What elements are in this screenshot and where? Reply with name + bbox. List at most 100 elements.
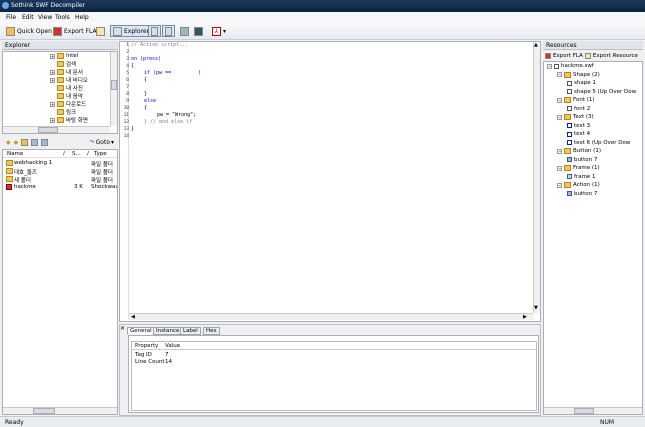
collapse-icon[interactable]: −: [557, 148, 562, 154]
resources-hscrollbar[interactable]: [544, 407, 642, 414]
resource-label: button 7: [574, 190, 598, 197]
expand-icon[interactable]: +: [50, 77, 55, 83]
collapse-icon[interactable]: −: [557, 165, 562, 171]
tree-item[interactable]: + 다운로드: [50, 100, 86, 108]
layout-button-1[interactable]: [148, 25, 161, 37]
resource-item[interactable]: − hackme.swf: [547, 62, 594, 70]
column-name[interactable]: Name: [7, 151, 23, 157]
line-number: 8: [126, 92, 129, 97]
tree-item[interactable]: + 내 문서: [50, 68, 83, 76]
export-resource-button[interactable]: [94, 25, 107, 37]
file-row[interactable]: hackme 3 K Shockwave: [3, 183, 117, 191]
scroll-thumb[interactable]: [111, 80, 117, 90]
resource-item[interactable]: text 3: [567, 122, 590, 130]
menu-tools[interactable]: Tools: [55, 14, 70, 21]
resource-item[interactable]: − Text (3): [557, 113, 594, 121]
resource-item[interactable]: − Font (1): [557, 96, 595, 104]
collapse-icon[interactable]: −: [547, 63, 552, 69]
tree-item[interactable]: 검색: [50, 60, 76, 68]
resource-label: text 4: [574, 131, 591, 137]
resource-item[interactable]: text 6 (Up Over Dow: [567, 139, 630, 147]
menu-file[interactable]: File: [6, 14, 16, 21]
resource-item[interactable]: frame 1: [567, 173, 596, 181]
code-vscrollbar[interactable]: ▲ ▼: [533, 42, 540, 313]
scroll-right-icon[interactable]: ▶: [523, 314, 527, 320]
expand-icon[interactable]: +: [50, 117, 55, 123]
resource-item[interactable]: − Frame (1): [557, 164, 600, 172]
explorer-tree-hscrollbar[interactable]: [3, 126, 110, 133]
file-row[interactable]: webhacking 1 파일 폴더: [3, 159, 117, 168]
expand-icon[interactable]: +: [50, 69, 55, 75]
view-list-icon[interactable]: [41, 139, 49, 146]
resource-item[interactable]: button 7: [567, 156, 597, 164]
tree-item-label: 다운로드: [66, 102, 87, 108]
tree-item[interactable]: + 내 비디오: [50, 76, 88, 84]
resource-item[interactable]: − Button (1): [557, 147, 601, 155]
file-list-hscrollbar[interactable]: [3, 407, 117, 414]
collapse-icon[interactable]: −: [557, 114, 562, 120]
resource-item[interactable]: text 4: [567, 130, 590, 138]
column-size[interactable]: S...: [72, 151, 81, 157]
up-folder-icon[interactable]: [21, 139, 29, 146]
resources-export-resource-button[interactable]: Export Resource: [593, 53, 638, 59]
settings-button[interactable]: [178, 25, 191, 37]
scroll-up-icon[interactable]: ▲: [534, 42, 538, 48]
view-icon[interactable]: [31, 139, 39, 146]
collapse-icon[interactable]: −: [557, 97, 562, 103]
resources-export-fla-button[interactable]: Export FLA: [553, 53, 583, 59]
file-row[interactable]: 대호_둘즈 파일 폴더: [3, 167, 117, 176]
tree-item[interactable]: + 바탕 화면: [50, 116, 88, 124]
property-name: Line Count: [135, 359, 165, 365]
tree-item[interactable]: + Intel: [50, 52, 78, 60]
back-icon[interactable]: ◆: [6, 139, 11, 146]
pdf-button[interactable]: ⅄ ▾: [210, 25, 228, 37]
explorer-button[interactable]: Explorer: [110, 25, 152, 37]
scroll-thumb[interactable]: [33, 408, 55, 414]
expand-icon[interactable]: +: [50, 53, 55, 59]
quick-open-button[interactable]: Quick Open: [4, 25, 54, 37]
file-row[interactable]: 새 폴더 파일 폴더: [3, 175, 117, 184]
column-type[interactable]: Type: [94, 151, 107, 157]
layout-button-2[interactable]: [162, 25, 175, 37]
tree-item[interactable]: 내 사진: [50, 84, 83, 92]
menu-help[interactable]: Help: [75, 14, 89, 21]
tree-item[interactable]: 내 음악: [50, 92, 83, 100]
code-editor[interactable]: [119, 41, 541, 322]
scroll-thumb[interactable]: [38, 127, 58, 133]
folder-icon: [57, 109, 64, 115]
resource-label: Text (3): [573, 114, 594, 120]
tab-general[interactable]: General: [127, 327, 155, 335]
resource-item[interactable]: − Shape (2): [557, 71, 600, 79]
resource-item[interactable]: shape 5 (Up Over Dow: [567, 88, 636, 96]
resource-item[interactable]: − Action (1): [557, 181, 600, 189]
collapse-icon[interactable]: −: [557, 182, 562, 188]
menu-view[interactable]: View: [38, 14, 52, 21]
tab-instance[interactable]: Instance: [153, 327, 183, 335]
explorer-tree-scrollbar[interactable]: [110, 52, 117, 126]
view-button[interactable]: [192, 25, 205, 37]
column-value[interactable]: Value: [165, 343, 180, 349]
goto-button[interactable]: ↷ Goto ▾: [90, 139, 114, 146]
dropdown-arrow-icon[interactable]: ▾: [223, 28, 226, 35]
tree-item[interactable]: 링크: [50, 108, 76, 116]
collapse-icon[interactable]: −: [557, 72, 562, 77]
close-icon[interactable]: ✕: [120, 325, 125, 332]
menu-edit[interactable]: Edit: [22, 14, 34, 21]
column-property[interactable]: Property: [135, 343, 158, 349]
resource-label: Font (1): [573, 97, 595, 103]
expand-icon[interactable]: +: [50, 101, 55, 107]
export-fla-button[interactable]: Export FLA: [51, 25, 99, 37]
resource-item[interactable]: font 2: [567, 105, 590, 113]
code-hscrollbar[interactable]: ◀ ▶: [129, 313, 533, 320]
resource-item[interactable]: button 7: [567, 190, 597, 198]
resource-label: button 7: [574, 156, 598, 163]
window-title: Sothink SWF Decompiler: [11, 2, 86, 9]
scroll-left-icon[interactable]: ◀: [131, 314, 135, 320]
resource-item[interactable]: shape 1: [567, 79, 596, 87]
tab-hex[interactable]: Hex: [203, 327, 220, 335]
tab-label[interactable]: Label: [180, 327, 201, 335]
scroll-thumb[interactable]: [574, 408, 594, 414]
forward-icon[interactable]: ◆: [14, 139, 19, 146]
text-icon: [567, 140, 572, 145]
scroll-down-icon[interactable]: ▼: [534, 305, 538, 311]
